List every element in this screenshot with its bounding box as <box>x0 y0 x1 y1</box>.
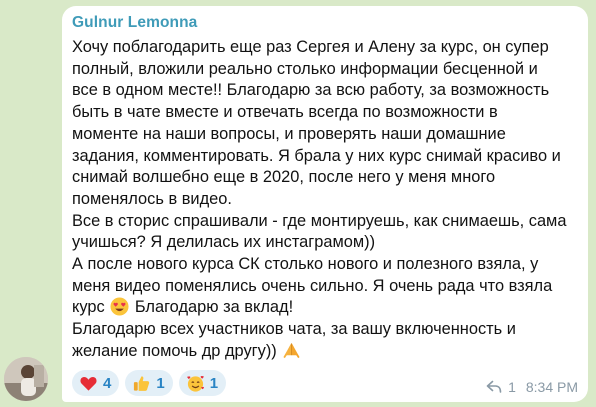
message-text: Хочу поблагодарить еще раз Сергея и Ален… <box>72 37 582 363</box>
message-line-part: Благодарю за вклад! <box>134 298 294 317</box>
message-line: учишься? Я делилась их инстаграмом)) <box>72 233 376 252</box>
message-meta: 1 8:34 PM <box>486 379 578 395</box>
sender-name[interactable]: Gulnur Lemonna <box>72 14 197 32</box>
message-time: 8:34 PM <box>525 379 578 395</box>
forward-icon <box>486 380 502 393</box>
reaction-count: 4 <box>103 374 112 392</box>
message-line: Благодарю всех участников чата, за вашу … <box>72 320 516 339</box>
message-line: моменте на наши вопросы, и проверять наш… <box>72 124 506 143</box>
reaction-count: 1 <box>209 374 219 392</box>
heart-eyes-emoji-icon <box>110 297 129 316</box>
message-line-part: курс <box>72 298 105 317</box>
message-line: меня видео поменялись очень сильно. Я оч… <box>72 276 553 295</box>
reaction-smiling-face-with-hearts[interactable]: 1 <box>178 370 227 396</box>
reaction-heart[interactable]: 4 <box>72 370 120 396</box>
message-line: все в одном месте!! Благодарю за всю раб… <box>72 81 550 100</box>
reaction-thumbs-up[interactable]: 1 <box>125 370 173 396</box>
message-line: снимай волшебно еще в 2020, после него у… <box>72 168 496 187</box>
message-line: Все в сторис спрашивали - где монтируешь… <box>72 211 567 230</box>
sender-avatar[interactable] <box>4 357 48 401</box>
reaction-count: 1 <box>156 374 165 392</box>
message-line: А после нового курса СК столько нового и… <box>72 255 539 274</box>
message-line-part: желание помочь др другу)) <box>72 341 277 360</box>
message-line: желание помочь др другу)) <box>72 341 582 363</box>
message-line: курс Благодарю за вклад! <box>72 297 582 319</box>
reactions-bar: 4 1 1 <box>72 370 227 396</box>
folded-hands-emoji-icon <box>283 343 300 358</box>
message-line: полный, вложили реально столько информац… <box>72 59 538 78</box>
red-heart-icon <box>80 376 97 391</box>
message-line: Хочу поблагодарить еще раз Сергея и Ален… <box>72 38 549 56</box>
smiling-face-with-hearts-icon <box>187 375 204 392</box>
forward-count: 1 <box>508 379 516 395</box>
message-line: поменялось в видео. <box>72 189 232 208</box>
message-line: быть в чате вместе и отвечать всегда по … <box>72 103 498 122</box>
message-line: задания, комментировать. Я брала у них к… <box>72 146 561 165</box>
message-bubble[interactable]: Gulnur Lemonna Хочу поблагодарить еще ра… <box>62 6 588 402</box>
thumbs-up-icon <box>134 375 150 391</box>
